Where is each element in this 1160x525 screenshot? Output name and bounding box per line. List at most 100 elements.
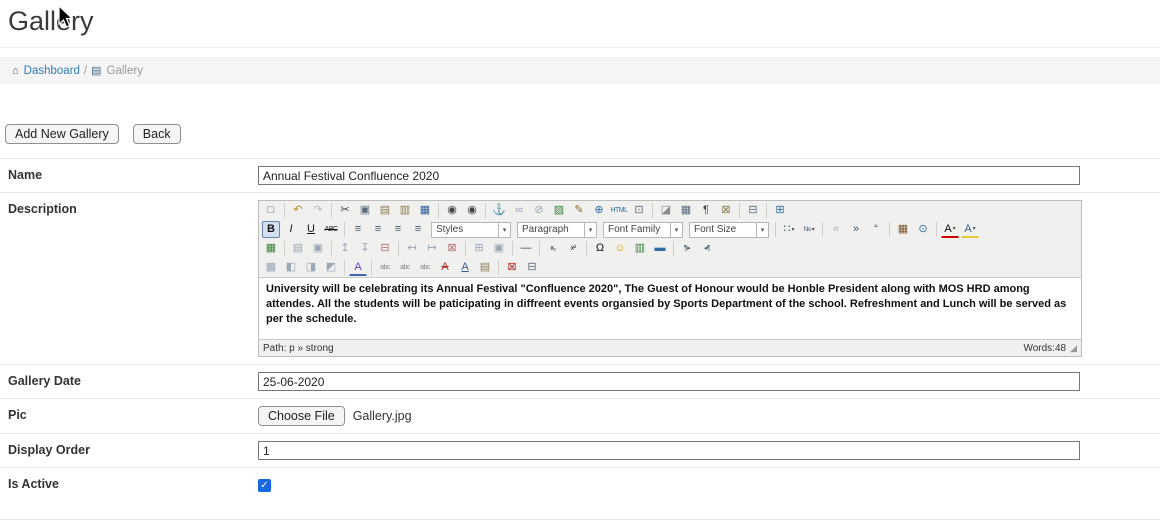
html-source-icon[interactable]: HTML bbox=[610, 202, 628, 219]
new-document-icon[interactable]: □ bbox=[262, 202, 280, 219]
italic-button[interactable]: I bbox=[282, 221, 300, 238]
unlink-icon[interactable]: ⊘ bbox=[530, 202, 548, 219]
rtl-icon[interactable]: ◂¶ bbox=[698, 240, 716, 257]
attributes-icon[interactable]: ▤ bbox=[476, 259, 494, 276]
edit-table-icon[interactable]: ▦ bbox=[262, 240, 280, 257]
fullscreen-icon[interactable]: ⊞ bbox=[771, 202, 789, 219]
find-icon[interactable]: ◉ bbox=[443, 202, 461, 219]
cite-icon[interactable]: abc bbox=[376, 259, 394, 276]
align-right-icon[interactable]: ≡ bbox=[389, 221, 407, 238]
indent-icon[interactable]: » bbox=[847, 221, 865, 238]
choose-file-button[interactable]: Choose File bbox=[258, 406, 345, 426]
outdent-icon[interactable]: « bbox=[827, 221, 845, 238]
insert-image-icon[interactable]: ▨ bbox=[550, 202, 568, 219]
insert-column-before-icon[interactable]: ↤ bbox=[403, 240, 421, 257]
toolbar-separator bbox=[331, 203, 332, 218]
insert-media-icon[interactable]: ▥ bbox=[631, 240, 649, 257]
toolbar-separator bbox=[398, 241, 399, 256]
insert-layer-icon[interactable]: ◧ bbox=[282, 259, 300, 276]
editor-toolbars: □↶↷✂▣▤▥▦◉◉⚓∞⊘▨✎⊕HTML⊡◪▦¶⊠⊟⊞BIUABC≡≡≡≡Sty… bbox=[259, 201, 1081, 277]
remove-format-icon[interactable]: ◪ bbox=[657, 202, 675, 219]
insert-table-icon[interactable]: ▦ bbox=[677, 202, 695, 219]
table-cell-properties-icon[interactable]: ▣ bbox=[309, 240, 327, 257]
insert-time-icon[interactable]: ⊙ bbox=[914, 221, 932, 238]
acronym-icon[interactable]: abc bbox=[416, 259, 434, 276]
undo-icon[interactable]: ↶ bbox=[289, 202, 307, 219]
ins-icon[interactable]: A bbox=[456, 259, 474, 276]
highlight-color-icon[interactable]: A▾ bbox=[961, 221, 979, 238]
strikethrough-button[interactable]: ABC bbox=[322, 221, 340, 238]
blockquote-icon[interactable]: “ bbox=[867, 221, 885, 238]
chevron-down-icon: ▾ bbox=[756, 223, 768, 237]
help-icon[interactable]: ⊕ bbox=[590, 202, 608, 219]
find-replace-icon[interactable]: ◉ bbox=[463, 202, 481, 219]
horizontal-rule-icon[interactable]: — bbox=[517, 240, 535, 257]
nonbreaking-icon[interactable]: ⊠ bbox=[503, 259, 521, 276]
gallery-date-input[interactable] bbox=[258, 372, 1080, 391]
breadcrumb-dashboard-link[interactable]: Dashboard bbox=[24, 65, 80, 77]
font-size-select[interactable]: Font Size▾ bbox=[689, 222, 769, 238]
copy-icon[interactable]: ▣ bbox=[356, 202, 374, 219]
paste-from-word-icon[interactable]: ▦ bbox=[416, 202, 434, 219]
print-icon[interactable]: ⊟ bbox=[744, 202, 762, 219]
bold-button[interactable]: B bbox=[262, 221, 280, 238]
toolbar-separator bbox=[652, 203, 653, 218]
resize-grip-icon[interactable]: ◢ bbox=[1070, 343, 1077, 354]
cleanup-icon[interactable]: ✎ bbox=[570, 202, 588, 219]
show-blocks-icon[interactable]: ¶ bbox=[697, 202, 715, 219]
header-divider bbox=[0, 47, 1160, 48]
embed-icon[interactable]: ▬ bbox=[651, 240, 669, 257]
align-justify-icon[interactable]: ≡ bbox=[409, 221, 427, 238]
add-new-gallery-button[interactable]: Add New Gallery bbox=[5, 124, 119, 144]
toolbar-separator bbox=[822, 222, 823, 237]
display-order-input[interactable] bbox=[258, 441, 1080, 460]
name-input[interactable] bbox=[258, 166, 1080, 185]
file-icon: ▤ bbox=[91, 64, 101, 77]
delete-row-icon[interactable]: ⊟ bbox=[376, 240, 394, 257]
back-button-top[interactable]: Back bbox=[133, 124, 181, 144]
page-title: Gallery bbox=[0, 0, 1160, 47]
is-active-checkbox[interactable]: ✓ bbox=[258, 479, 271, 492]
chevron-down-icon: ▾ bbox=[584, 223, 596, 237]
preview-icon[interactable]: ⊠ bbox=[717, 202, 735, 219]
ltr-icon[interactable]: ¶▸ bbox=[678, 240, 696, 257]
bullet-list-icon[interactable]: ∷▾ bbox=[780, 221, 798, 238]
emoticons-icon[interactable]: ☺ bbox=[611, 240, 629, 257]
text-color-icon[interactable]: A▾ bbox=[941, 221, 959, 238]
font-family-select[interactable]: Font Family▾ bbox=[603, 222, 683, 238]
delete-column-icon[interactable]: ⊠ bbox=[443, 240, 461, 257]
align-left-icon[interactable]: ≡ bbox=[349, 221, 367, 238]
insert-template-icon[interactable]: ⊡ bbox=[630, 202, 648, 219]
special-character-icon[interactable]: Ω bbox=[591, 240, 609, 257]
split-cells-icon[interactable]: ⊞ bbox=[470, 240, 488, 257]
name-row: Name bbox=[0, 158, 1160, 192]
abbreviation-icon[interactable]: abc bbox=[396, 259, 414, 276]
move-backward-icon[interactable]: ◩ bbox=[322, 259, 340, 276]
move-forward-icon[interactable]: ◨ bbox=[302, 259, 320, 276]
anchor-icon[interactable]: ⚓ bbox=[490, 202, 508, 219]
redo-icon[interactable]: ↷ bbox=[309, 202, 327, 219]
cut-icon[interactable]: ✂ bbox=[336, 202, 354, 219]
insert-column-after-icon[interactable]: ↦ bbox=[423, 240, 441, 257]
align-center-icon[interactable]: ≡ bbox=[369, 221, 387, 238]
insert-date-icon[interactable]: ▦ bbox=[894, 221, 912, 238]
insert-row-after-icon[interactable]: ↧ bbox=[356, 240, 374, 257]
toolbar-separator bbox=[344, 222, 345, 237]
subscript-icon[interactable]: x₂ bbox=[544, 240, 562, 257]
table-row-properties-icon[interactable]: ▤ bbox=[289, 240, 307, 257]
merge-cells-icon[interactable]: ▣ bbox=[490, 240, 508, 257]
insert-row-before-icon[interactable]: ↥ bbox=[336, 240, 354, 257]
page-break-icon[interactable]: ⊟ bbox=[523, 259, 541, 276]
toggle-guidelines-icon[interactable]: ▩ bbox=[262, 259, 280, 276]
paragraph-select[interactable]: Paragraph▾ bbox=[517, 222, 597, 238]
underline-button[interactable]: U bbox=[302, 221, 320, 238]
paste-as-text-icon[interactable]: ▥ bbox=[396, 202, 414, 219]
del-icon[interactable]: A bbox=[436, 259, 454, 276]
editor-content-area[interactable]: University will be celebrating its Annua… bbox=[259, 277, 1081, 339]
superscript-icon[interactable]: x² bbox=[564, 240, 582, 257]
numbered-list-icon[interactable]: №▾ bbox=[800, 221, 818, 238]
style-properties-icon[interactable]: A bbox=[349, 259, 367, 276]
styles-select[interactable]: Styles▾ bbox=[431, 222, 511, 238]
paste-icon[interactable]: ▤ bbox=[376, 202, 394, 219]
insert-link-icon[interactable]: ∞ bbox=[510, 202, 528, 219]
